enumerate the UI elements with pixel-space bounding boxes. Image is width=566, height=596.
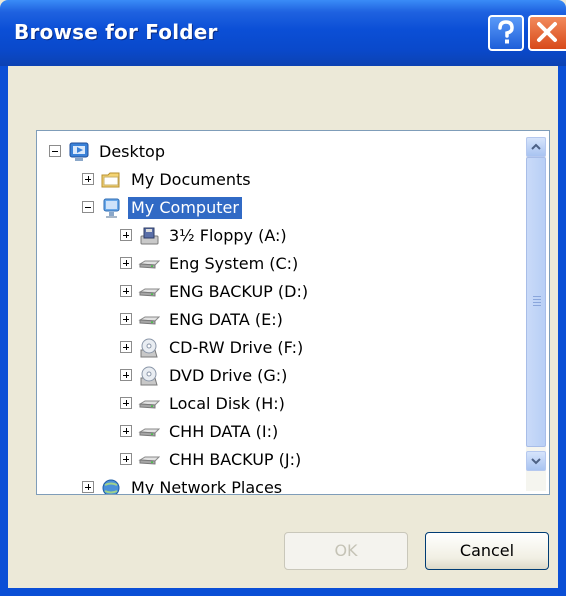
cd-drive-icon bbox=[138, 365, 160, 387]
window-frame-right bbox=[558, 66, 566, 596]
network-icon bbox=[100, 477, 122, 494]
tree-item-label[interactable]: ENG DATA (E:) bbox=[166, 309, 286, 331]
scroll-up-button[interactable] bbox=[526, 137, 546, 157]
expand-toggle[interactable] bbox=[120, 257, 132, 269]
tree-item[interactable]: 3½ Floppy (A:) bbox=[37, 223, 517, 249]
tree-item[interactable]: My Documents bbox=[37, 167, 517, 193]
hard-drive-icon bbox=[138, 393, 161, 415]
hard-drive-icon bbox=[138, 449, 161, 471]
scroll-thumb[interactable] bbox=[526, 157, 546, 447]
expand-toggle[interactable] bbox=[82, 173, 94, 185]
tree-item-label[interactable]: My Documents bbox=[128, 169, 254, 191]
folder-tree[interactable]: Desktop My Documents My Computer 3½ Floppy … bbox=[36, 130, 550, 495]
window-frame-bottom bbox=[0, 588, 566, 596]
tree-item[interactable]: My Computer bbox=[37, 195, 517, 221]
tree-item[interactable]: ENG DATA (E:) bbox=[37, 307, 517, 333]
tree-item[interactable]: My Network Places bbox=[37, 475, 517, 494]
hard-drive-icon bbox=[138, 253, 161, 275]
hard-drive-icon bbox=[138, 309, 161, 331]
tree-item-label[interactable]: ENG BACKUP (D:) bbox=[166, 281, 311, 303]
chevron-up-icon bbox=[531, 143, 541, 150]
close-icon bbox=[537, 22, 557, 42]
window-frame-left bbox=[0, 66, 8, 596]
tree-item-label[interactable]: Local Disk (H:) bbox=[166, 393, 288, 415]
tree-item-label[interactable]: My Network Places bbox=[128, 477, 285, 494]
ok-button[interactable]: OK bbox=[284, 532, 408, 570]
tree-item[interactable]: CD-RW Drive (F:) bbox=[37, 335, 517, 361]
expand-toggle[interactable] bbox=[120, 341, 132, 353]
hard-drive-icon bbox=[138, 421, 161, 443]
expand-toggle[interactable] bbox=[120, 369, 132, 381]
expand-toggle[interactable] bbox=[82, 481, 94, 493]
tree-item-label[interactable]: CHH BACKUP (J:) bbox=[166, 449, 304, 471]
tree-item-label[interactable]: My Computer bbox=[128, 197, 242, 219]
tree-item[interactable]: CHH DATA (I:) bbox=[37, 419, 517, 445]
tree-item-label[interactable]: DVD Drive (G:) bbox=[166, 365, 290, 387]
expand-toggle[interactable] bbox=[120, 313, 132, 325]
chevron-down-icon bbox=[531, 458, 541, 465]
tree-item[interactable]: Desktop bbox=[37, 139, 517, 165]
help-icon bbox=[498, 20, 514, 44]
cd-drive-icon bbox=[138, 337, 160, 359]
tree-item[interactable]: ENG BACKUP (D:) bbox=[37, 279, 517, 305]
hard-drive-icon bbox=[138, 281, 161, 303]
expand-toggle[interactable] bbox=[120, 229, 132, 241]
desktop-icon bbox=[68, 141, 90, 163]
tree-item[interactable]: Local Disk (H:) bbox=[37, 391, 517, 417]
cancel-button[interactable]: Cancel bbox=[425, 532, 549, 570]
tree-item[interactable]: Eng System (C:) bbox=[37, 251, 517, 277]
tree-item-label[interactable]: CHH DATA (I:) bbox=[166, 421, 281, 443]
tree-item[interactable]: DVD Drive (G:) bbox=[37, 363, 517, 389]
expand-toggle[interactable] bbox=[120, 453, 132, 465]
title-bar[interactable]: Browse for Folder bbox=[0, 0, 566, 66]
collapse-toggle[interactable] bbox=[82, 201, 94, 213]
expand-toggle[interactable] bbox=[120, 397, 132, 409]
tree-item-label[interactable]: 3½ Floppy (A:) bbox=[166, 225, 290, 247]
collapse-toggle[interactable] bbox=[49, 145, 61, 157]
tree-item[interactable]: CHH BACKUP (J:) bbox=[37, 447, 517, 473]
computer-icon bbox=[100, 197, 122, 219]
window-title: Browse for Folder bbox=[14, 20, 218, 44]
scroll-down-button[interactable] bbox=[526, 451, 546, 471]
vertical-scrollbar[interactable] bbox=[526, 137, 546, 491]
floppy-drive-icon bbox=[138, 225, 160, 247]
browse-for-folder-dialog: Browse for Folder Desktop My Documents My … bbox=[0, 0, 566, 596]
folder-icon bbox=[100, 169, 122, 191]
expand-toggle[interactable] bbox=[120, 425, 132, 437]
tree-item-label[interactable]: CD-RW Drive (F:) bbox=[166, 337, 306, 359]
tree-item-label[interactable]: Desktop bbox=[96, 141, 168, 163]
help-button[interactable] bbox=[488, 15, 524, 51]
tree-item-label[interactable]: Eng System (C:) bbox=[166, 253, 301, 275]
close-button[interactable] bbox=[528, 15, 566, 51]
expand-toggle[interactable] bbox=[120, 285, 132, 297]
